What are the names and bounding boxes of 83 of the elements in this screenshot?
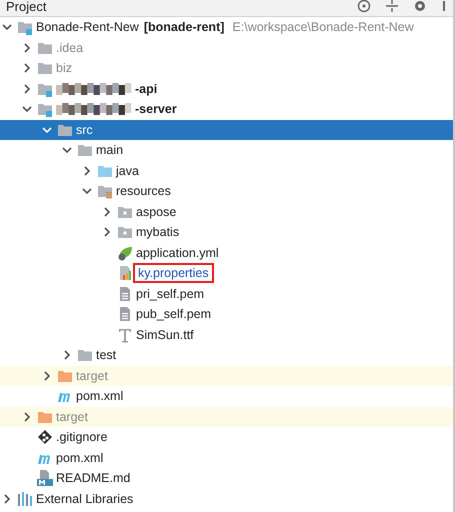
collapse-icon[interactable] (385, 0, 399, 13)
tree-row[interactable]: SimSun.ttf (0, 324, 453, 345)
tree-row[interactable]: biz (0, 58, 453, 78)
tree-item-label: biz (56, 61, 72, 76)
tree-row[interactable]: README.md (0, 468, 453, 488)
tree-item-label: resources (116, 184, 171, 198)
tree-row[interactable]: -server (0, 99, 453, 120)
tree-item-label: -api (135, 82, 158, 96)
tree-item-label: Bonade-Rent-New (36, 20, 139, 34)
chevron-right-icon[interactable] (102, 227, 112, 238)
chevron-down-icon[interactable] (2, 22, 12, 32)
tree-row[interactable]: External Libraries (0, 488, 453, 509)
target-icon[interactable] (357, 0, 371, 13)
tree-item-label: SimSun.ttf (136, 328, 194, 342)
text-file-icon (117, 306, 133, 322)
text-file-icon (117, 286, 133, 302)
tree-item-label: .idea (56, 40, 84, 55)
chevron-right-icon[interactable] (22, 63, 32, 74)
folder-icon (97, 183, 113, 200)
libraries-icon (17, 490, 33, 507)
tree-item-label: pom.xml (76, 389, 124, 404)
chevron-right-icon[interactable] (22, 84, 32, 94)
tree-row[interactable]: pom.xml (0, 448, 453, 468)
tree-row[interactable]: -api (0, 78, 453, 99)
settings-icon[interactable] (413, 0, 427, 13)
tree-row[interactable]: java (0, 160, 453, 181)
tree-row[interactable]: application.yml (0, 242, 453, 263)
panel-title: Project (6, 0, 46, 14)
chevron-right-icon[interactable] (102, 206, 112, 217)
tree-row[interactable]: .idea (0, 38, 453, 58)
folder-icon (37, 60, 53, 76)
module-folder-icon (17, 19, 33, 36)
git-icon (37, 429, 53, 446)
folder-icon (117, 224, 133, 240)
tree-item-label: test (96, 348, 116, 362)
tree-item-label: pom.xml (56, 450, 104, 465)
chevron-right-icon[interactable] (82, 166, 92, 176)
tree-item-label: ky.properties (136, 266, 211, 280)
tree-row[interactable]: pri_self.pem (0, 284, 453, 304)
tree-item-label: target (76, 368, 108, 383)
properties-file-icon (117, 265, 133, 282)
tree-row[interactable]: mybatis (0, 222, 453, 242)
module-name: [bonade-rent] (144, 20, 224, 34)
tree-item-label: target (56, 410, 88, 424)
chevron-right-icon[interactable] (2, 494, 12, 504)
tree-item-label: java (116, 164, 139, 178)
tree-item-label: pub_self.pem (136, 307, 212, 322)
chevron-down-icon[interactable] (42, 124, 52, 135)
tree-item-label: .gitignore (56, 430, 108, 444)
chevron-down-icon[interactable] (82, 186, 92, 196)
tree-row[interactable]: Bonade-Rent-New [bonade-rent] E:\workspace\Bonade-Rent-New (0, 17, 453, 38)
folder-icon (77, 347, 93, 364)
leaf-icon (117, 244, 133, 261)
markdown-file-icon (37, 470, 53, 486)
tree-item-label: application.yml (136, 246, 219, 260)
tree-item-label: External Libraries (36, 492, 134, 506)
tree-item-label: main (96, 143, 124, 158)
project-path: E:\workspace\Bonade-Rent-New (232, 20, 414, 34)
chevron-right-icon[interactable] (22, 412, 32, 422)
tree-row[interactable]: src (0, 120, 453, 140)
tree-row[interactable]: main (0, 140, 453, 160)
font-file-icon (117, 326, 133, 343)
chevron-down-icon[interactable] (22, 104, 32, 114)
chevron-right-icon[interactable] (22, 42, 32, 53)
tree-row[interactable]: resources (0, 181, 453, 202)
tree-item-label: -server (135, 102, 177, 116)
chevron-right-icon[interactable] (62, 350, 72, 360)
folder-icon (77, 142, 93, 158)
chevron-right-icon[interactable] (42, 370, 52, 381)
tree-row[interactable]: .gitignore (0, 427, 453, 448)
chevron-down-icon[interactable] (62, 145, 72, 156)
tree-row[interactable]: pom.xml (0, 386, 453, 406)
module-folder-icon (37, 101, 53, 118)
tree-item-label: mybatis (136, 225, 180, 240)
tree-item-label: src (76, 122, 93, 137)
tree-row[interactable]: pub_self.pem (0, 304, 453, 324)
tree-row[interactable]: ky.properties (0, 263, 453, 284)
minimize-icon[interactable] (441, 0, 447, 13)
tree-row[interactable]: aspose (0, 202, 453, 222)
tree-item-label: pri_self.pem (136, 286, 204, 301)
tree-item-label: README.md (56, 471, 130, 486)
tree-item-label: aspose (136, 204, 176, 219)
tree-row[interactable]: test (0, 345, 453, 366)
